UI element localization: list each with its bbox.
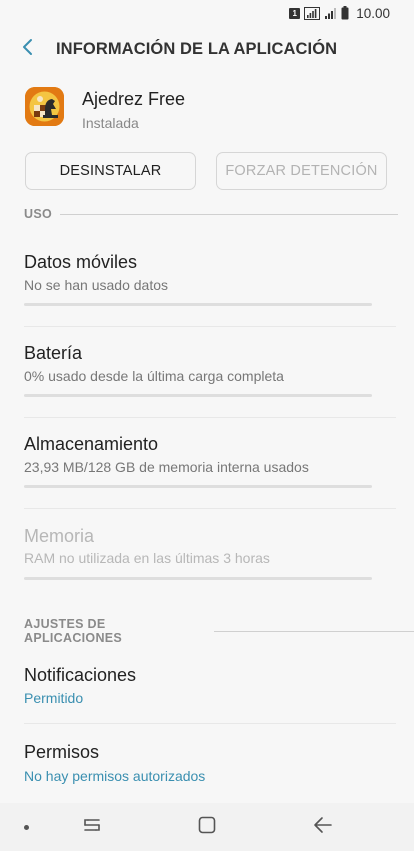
status-bar: 1 10.00 [0,0,414,26]
list-item-battery[interactable]: Batería 0% usado desde la última carga c… [0,327,414,417]
app-name: Ajedrez Free [82,89,186,109]
back-nav-button[interactable] [311,815,335,839]
app-header: Ajedrez Free Instalada [0,80,414,136]
storage-subtitle: 23,93 MB/128 GB de memoria interna usado… [24,459,309,475]
section-header-app-settings: AJUSTES DE APLICACIONES [24,617,414,645]
list-item-permissions[interactable]: Permisos No hay permisos autorizados [0,724,414,800]
mobile-data-title: Datos móviles [24,252,138,272]
battery-title: Batería [24,343,83,363]
nav-indicator-dot [24,825,29,830]
mobile-data-subtitle: No se han usado datos [24,277,168,293]
storage-title: Almacenamiento [24,434,159,454]
section-header-usage: USO [24,207,398,221]
home-button[interactable] [195,815,219,839]
section-label-usage: USO [24,207,52,221]
signal-icon [304,6,321,20]
app-bar: INFORMACIÓN DE LA APLICACIÓN [0,26,414,72]
navigation-bar [0,803,414,851]
list-item-memory: Memoria RAM no utilizada en las últimas … [0,509,414,599]
battery-icon [341,6,349,20]
app-install-status: Instalada [82,115,139,131]
home-icon [197,815,217,840]
section-divider [213,630,414,632]
battery-subtitle: 0% usado desde la última carga completa [24,368,284,384]
recent-apps-icon [82,816,102,839]
list-item-storage[interactable]: Almacenamiento 23,93 MB/128 GB de memori… [0,418,414,508]
notifications-subtitle: Permitido [24,690,84,706]
arrow-left-icon [313,816,333,839]
cell-signal-icon [324,7,337,20]
memory-usage-bar [24,577,372,580]
section-divider [60,213,398,215]
chevron-left-icon [22,38,34,61]
sim-badge: 1 [289,7,301,19]
storage-usage-bar [24,485,372,488]
list-item-mobile-data[interactable]: Datos móviles No se han usado datos [0,236,414,326]
section-label-app-settings: AJUSTES DE APLICACIONES [24,617,123,645]
battery-usage-bar [24,394,372,397]
notifications-title: Notificaciones [24,665,137,685]
mobile-data-usage-bar [24,303,372,306]
recent-apps-button[interactable] [80,815,104,839]
permissions-title: Permisos [24,742,100,762]
chess-app-icon [25,87,64,126]
status-time: 10.00 [356,5,390,21]
page-title: INFORMACIÓN DE LA APLICACIÓN [56,39,338,58]
force-stop-button: FORZAR DETENCIÓN [216,152,387,190]
memory-subtitle: RAM no utilizada en las últimas 3 horas [24,550,270,566]
memory-title: Memoria [24,526,95,546]
back-button[interactable] [0,26,56,72]
permissions-subtitle: No hay permisos autorizados [24,768,206,784]
list-item-notifications[interactable]: Notificaciones Permitido [0,648,414,723]
uninstall-button[interactable]: DESINSTALAR [25,152,196,190]
